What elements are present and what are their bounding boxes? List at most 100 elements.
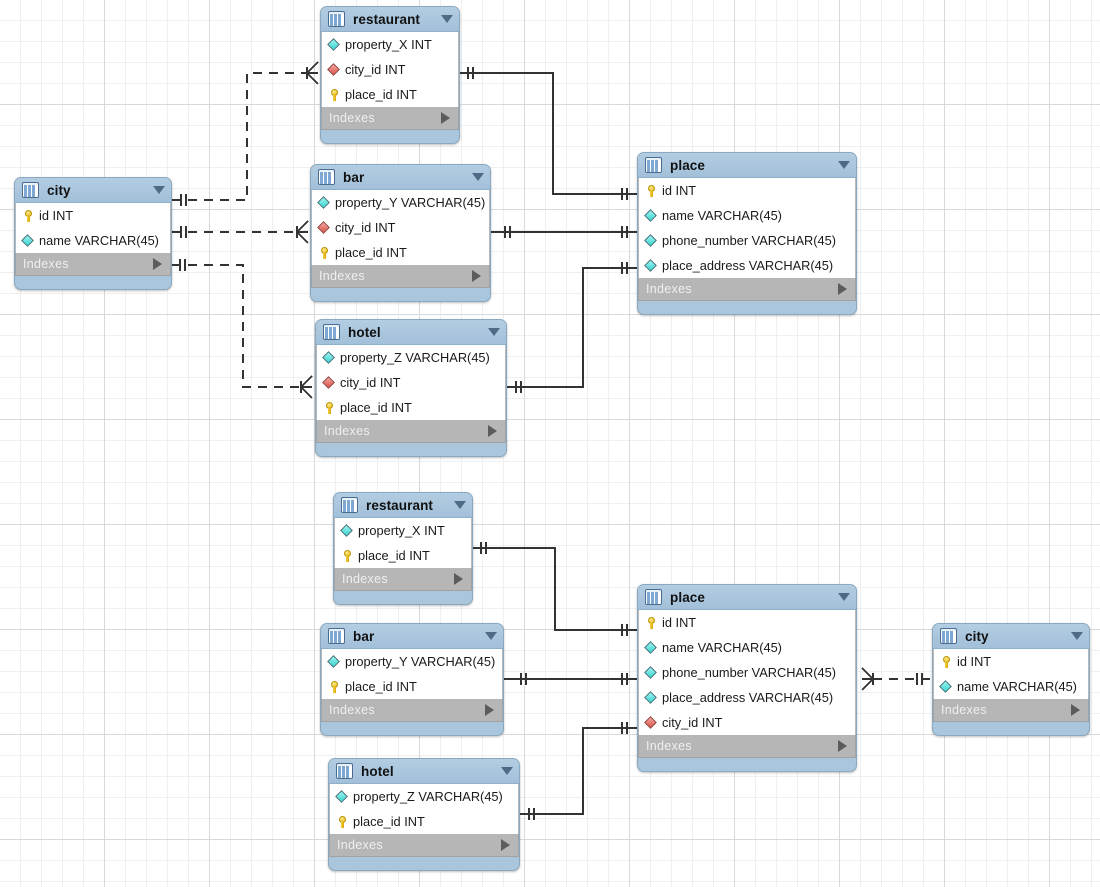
eer-diagram-canvas[interactable]: restaurant property_X INT city_id INT place… [0,0,1100,887]
table-header[interactable]: city [15,178,171,203]
indexes-section[interactable]: Indexes [638,278,856,301]
column-row[interactable]: city_id INT [317,370,505,395]
column-row[interactable]: place_id INT [317,395,505,420]
column-row[interactable]: id INT [934,649,1088,674]
column-row[interactable]: name VARCHAR(45) [934,674,1088,699]
table-restaurant_top[interactable]: restaurant property_X INT city_id INT place… [320,6,460,144]
table-place_bottom[interactable]: place id INT name VARCHAR(45) phone_number … [637,584,857,772]
table-bar_bottom[interactable]: bar property_Y VARCHAR(45) place_id INT Ind… [320,623,504,736]
table-header[interactable]: restaurant [321,7,459,32]
rel-hotel-place-2[interactable] [520,722,637,820]
table-header[interactable]: place [638,153,856,178]
column-row[interactable]: id INT [639,610,855,635]
chevron-down-icon[interactable] [485,632,497,640]
column-row[interactable]: city_id INT [322,57,458,82]
table-city_bottom[interactable]: city id INT name VARCHAR(45) Indexes [932,623,1090,736]
expand-right-icon[interactable] [1071,704,1080,716]
column-list: property_Y VARCHAR(45) city_id INT place_i… [311,190,490,265]
table-header[interactable]: bar [311,165,490,190]
column-row[interactable]: place_id INT [330,809,518,834]
column-row[interactable]: property_Y VARCHAR(45) [322,649,502,674]
rel-place-city-2[interactable] [861,667,932,691]
table-title: restaurant [353,11,421,27]
expand-right-icon[interactable] [838,283,847,295]
chevron-down-icon[interactable] [838,161,850,169]
expand-right-icon[interactable] [472,270,481,282]
rel-city-hotel[interactable] [172,259,313,399]
table-header[interactable]: place [638,585,856,610]
chevron-down-icon[interactable] [838,593,850,601]
expand-right-icon[interactable] [501,839,510,851]
indexes-section[interactable]: Indexes [311,265,490,288]
rel-hotel-place[interactable] [507,262,637,393]
chevron-down-icon[interactable] [1071,632,1083,640]
expand-right-icon[interactable] [488,425,497,437]
column-label: id INT [662,615,697,630]
table-header[interactable]: hotel [329,759,519,784]
table-hotel_bottom[interactable]: hotel property_Z VARCHAR(45) place_id INT I… [328,758,520,871]
column-label: property_Z VARCHAR(45) [353,789,503,804]
rel-bar-place-2[interactable] [504,673,637,685]
column-row[interactable]: place_address VARCHAR(45) [639,253,855,278]
column-row[interactable]: property_Z VARCHAR(45) [317,345,505,370]
rel-city-bar[interactable] [172,220,309,244]
column-row[interactable]: name VARCHAR(45) [639,635,855,660]
expand-right-icon[interactable] [153,258,162,270]
chevron-down-icon[interactable] [153,186,165,194]
rel-bar-place[interactable] [491,226,637,238]
column-row[interactable]: place_address VARCHAR(45) [639,685,855,710]
chevron-down-icon[interactable] [454,501,466,509]
table-icon [328,11,345,27]
table-title: bar [353,628,375,644]
table-header[interactable]: city [933,624,1089,649]
chevron-down-icon[interactable] [472,173,484,181]
table-bar_top[interactable]: bar property_Y VARCHAR(45) city_id INT plac… [310,164,491,302]
rel-restaurant-place-2[interactable] [473,542,637,636]
column-row[interactable]: property_Z VARCHAR(45) [330,784,518,809]
column-row[interactable]: place_id INT [335,543,471,568]
column-row[interactable]: property_X INT [335,518,471,543]
expand-right-icon[interactable] [838,740,847,752]
indexes-section[interactable]: Indexes [15,253,171,276]
table-hotel_top[interactable]: hotel property_Z VARCHAR(45) city_id INT pl… [315,319,507,457]
table-header[interactable]: restaurant [334,493,472,518]
column-row[interactable]: name VARCHAR(45) [639,203,855,228]
column-row[interactable]: phone_number VARCHAR(45) [639,228,855,253]
indexes-section[interactable]: Indexes [321,699,503,722]
column-row[interactable]: city_id INT [639,710,855,735]
chevron-down-icon[interactable] [501,767,513,775]
indexes-label: Indexes [324,424,370,438]
column-label: place_address VARCHAR(45) [662,258,834,273]
indexes-section[interactable]: Indexes [933,699,1089,722]
expand-right-icon[interactable] [485,704,494,716]
table-icon [341,497,358,513]
indexes-section[interactable]: Indexes [638,735,856,758]
table-restaurant_bottom[interactable]: restaurant property_X INT place_id INT Inde… [333,492,473,605]
table-header[interactable]: hotel [316,320,506,345]
table-place_top[interactable]: place id INT name VARCHAR(45) phone_number … [637,152,857,315]
column-row[interactable]: property_Y VARCHAR(45) [312,190,489,215]
indexes-section[interactable]: Indexes [329,834,519,857]
indexes-section[interactable]: Indexes [334,568,472,591]
column-label: id INT [662,183,697,198]
indexes-section[interactable]: Indexes [321,107,459,130]
chevron-down-icon[interactable] [488,328,500,336]
column-row[interactable]: city_id INT [312,215,489,240]
chevron-down-icon[interactable] [441,15,453,23]
rel-city-restaurant[interactable] [172,61,319,206]
column-row[interactable]: id INT [639,178,855,203]
indexes-section[interactable]: Indexes [316,420,506,443]
expand-right-icon[interactable] [454,573,463,585]
expand-right-icon[interactable] [441,112,450,124]
column-row[interactable]: id INT [16,203,170,228]
column-row[interactable]: property_X INT [322,32,458,57]
table-header[interactable]: bar [321,624,503,649]
column-row[interactable]: phone_number VARCHAR(45) [639,660,855,685]
column-row[interactable]: name VARCHAR(45) [16,228,170,253]
column-row[interactable]: place_id INT [322,82,458,107]
column-label: id INT [39,208,74,223]
column-row[interactable]: place_id INT [312,240,489,265]
relationship-layer [172,61,932,820]
table-city_top[interactable]: city id INT name VARCHAR(45) Indexes [14,177,172,290]
column-row[interactable]: place_id INT [322,674,502,699]
